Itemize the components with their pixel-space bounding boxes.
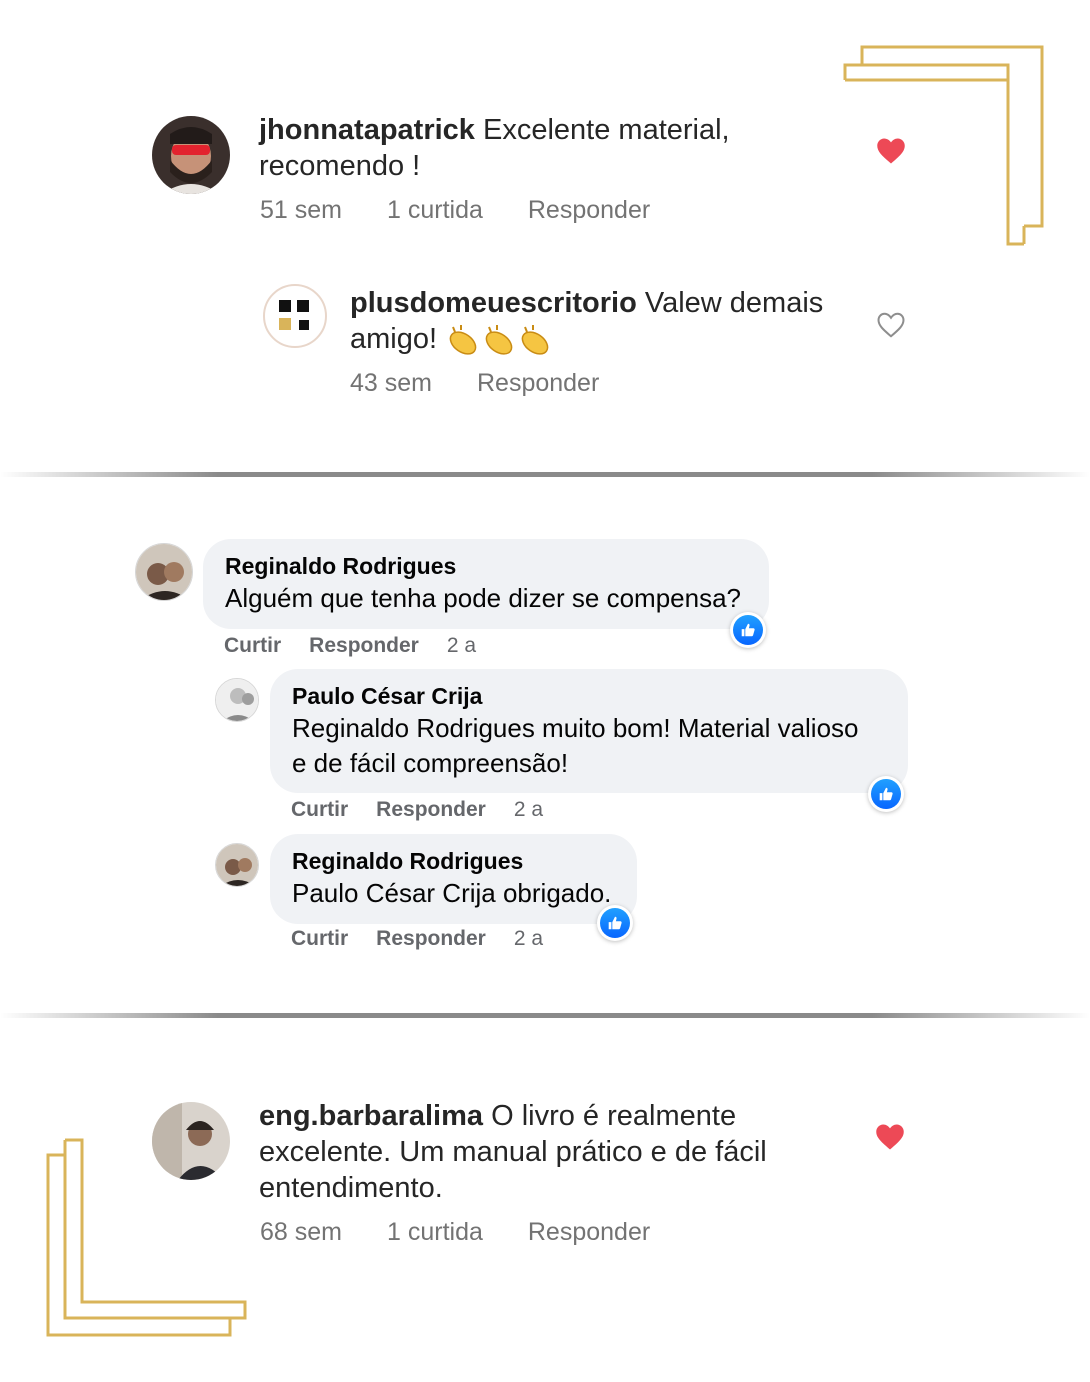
ig-comment-text: jhonnatapatrick Excelente material, reco… [259,112,819,184]
ig-comment-meta: 51 sem 1 curtida Responder [260,196,650,225]
reply-time[interactable]: 2 a [514,927,543,951]
username-jhonnatapatrick[interactable]: jhonnatapatrick [259,114,475,146]
avatar-jhonnatapatrick[interactable] [152,116,230,194]
gold-frame-top-right [843,45,1044,246]
commenter-name[interactable]: Reginaldo Rodrigues [225,551,747,581]
avatar-paulo-cesar-crija[interactable] [215,678,259,722]
reply-actions: Curtir Responder 2 a [291,798,543,822]
heart-filled-icon[interactable] [876,137,906,165]
comment-likes-count[interactable]: 1 curtida [387,196,483,225]
ig-comment-meta: 68 sem 1 curtida Responder [260,1218,650,1247]
ig-reply-text: plusdomeuescritorio Valew demais amigo! [350,285,850,357]
reply-text-line2: amigo! [350,323,438,355]
like-button[interactable]: Curtir [291,798,348,822]
reply-button[interactable]: Responder [376,927,486,951]
reply-time[interactable]: 2 a [514,798,543,822]
reply-text-line1: Reginaldo Rodrigues muito bom! Material … [292,713,859,743]
comment-actions: Curtir Responder 2 a [224,634,476,658]
reply-button[interactable]: Responder [477,369,599,398]
reply-author-name[interactable]: Reginaldo Rodrigues [292,846,615,876]
avatar-eng-barbaralima[interactable] [152,1102,230,1180]
thumbs-up-icon [741,623,755,637]
reply-bubble-paulo: Paulo César Crija Reginaldo Rodrigues mu… [270,669,908,793]
like-button[interactable]: Curtir [291,927,348,951]
reply-time: 43 sem [350,369,432,397]
avatar-reginaldo-rodrigues[interactable] [135,543,193,601]
comment-time[interactable]: 2 a [447,634,476,658]
like-reaction-badge[interactable] [597,905,633,941]
comment-text-line2: recomendo ! [259,150,421,182]
clapping-hands-emoji [445,323,555,357]
comment-bubble: Reginaldo Rodrigues Alguém que tenha pod… [203,539,769,629]
avatar-reginaldo-rodrigues[interactable] [215,843,259,887]
ig-reply-meta: 43 sem Responder [350,369,599,398]
username-plusdomeuescritorio[interactable]: plusdomeuescritorio [350,287,637,319]
comment-text-line2: excelente. Um manual prático e de fácil [259,1136,767,1168]
reply-author-name[interactable]: Paulo César Crija [292,681,886,711]
reply-button[interactable]: Responder [528,196,650,225]
ig-comment-text: eng.barbaralima O livro é realmente exce… [259,1098,819,1206]
reply-text-line2: e de fácil compreensão! [292,748,569,778]
reply-text-line1: Valew demais [644,287,824,319]
comment-time: 68 sem [260,1218,342,1246]
comment-text-line1: O livro é realmente [491,1100,737,1132]
heart-filled-icon[interactable] [875,1123,905,1151]
comment-text-line1: Excelente material, [483,114,730,146]
heart-outline-icon[interactable] [876,311,906,339]
thumbs-up-icon [608,916,622,930]
like-reaction-badge[interactable] [730,612,766,648]
section-divider-1 [0,472,1090,477]
comment-likes-count[interactable]: 1 curtida [387,1218,483,1247]
reply-actions: Curtir Responder 2 a [291,927,543,951]
reply-button[interactable]: Responder [528,1218,650,1247]
like-reaction-badge[interactable] [868,776,904,812]
reply-button[interactable]: Responder [309,634,419,658]
avatar-plusdomeuescritorio[interactable] [263,284,327,348]
section-divider-2 [0,1013,1090,1018]
comment-text-line3: entendimento. [259,1172,443,1204]
comment-time: 51 sem [260,196,342,224]
reply-text: Paulo César Crija obrigado. [292,878,612,908]
thumbs-up-icon [879,787,893,801]
comment-text: Alguém que tenha pode dizer se compensa? [225,583,742,613]
like-button[interactable]: Curtir [224,634,281,658]
reply-button[interactable]: Responder [376,798,486,822]
reply-bubble-reginaldo: Reginaldo Rodrigues Paulo César Crija ob… [270,834,637,924]
username-eng-barbaralima[interactable]: eng.barbaralima [259,1100,483,1132]
